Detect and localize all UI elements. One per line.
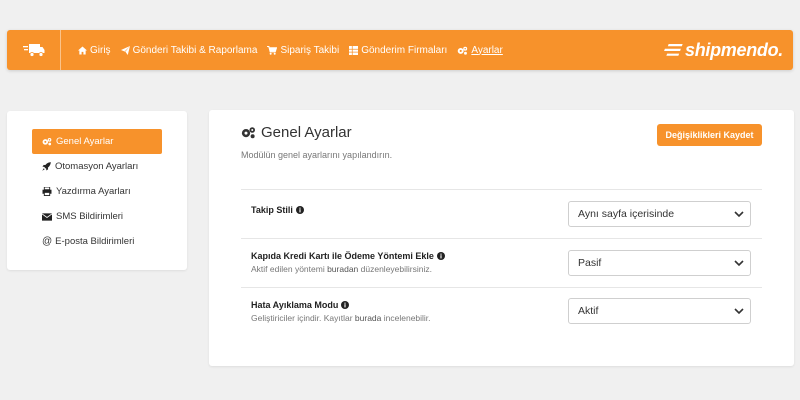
info-icon[interactable] <box>295 206 304 214</box>
paper-plane-icon <box>120 45 130 55</box>
debug-mode-select[interactable]: Aktif <box>568 298 751 324</box>
sidebar-item-print[interactable]: Yazdırma Ayarları <box>32 179 162 204</box>
card-on-delivery-select[interactable]: Pasif <box>568 250 751 276</box>
chevron-down-icon <box>734 308 744 315</box>
sidebar-item-general[interactable]: Genel Ayarlar <box>32 129 162 154</box>
nav-item-carriers[interactable]: Gönderim Firmaları <box>349 45 447 56</box>
printer-icon <box>42 187 52 196</box>
setting-description: Geliştiriciler içindir. Kayıtlar burada … <box>251 313 431 323</box>
desc-text: düzenleyebilirsiniz. <box>358 264 432 274</box>
setting-label-text: Kapıda Kredi Kartı ile Ödeme Yöntemi Ekl… <box>251 251 434 261</box>
table-icon <box>349 45 359 55</box>
sidebar-item-label: SMS Bildirimleri <box>56 211 124 222</box>
desc-text: Aktif edilen yöntemi <box>251 264 328 274</box>
chevron-down-icon <box>734 211 744 218</box>
select-value: Aynı sayfa içerisinde <box>578 208 675 220</box>
nav-item-shipment-tracking[interactable]: Gönderi Takibi & Raporlama <box>120 44 258 56</box>
setting-row-card-on-delivery: Kapıda Kredi Kartı ile Ödeme Yöntemi Ekl… <box>241 238 762 287</box>
sidebar-item-label: E-posta Bildirimleri <box>55 236 135 247</box>
nav-item-label: Ayarlar <box>471 44 503 56</box>
main-nav: Giriş Gönderi Takibi & Raporlama Sipariş… <box>61 45 513 56</box>
nav-item-settings[interactable]: Ayarlar <box>457 45 503 56</box>
chevron-down-icon <box>734 260 744 267</box>
setting-label-text: Hata Ayıklama Modu <box>251 300 339 310</box>
setting-label: Takip Stili <box>251 205 304 215</box>
nav-item-label: Gönderim Firmaları <box>361 44 448 56</box>
desc-text: incelenebilir. <box>381 313 431 323</box>
brand-logo[interactable]: shipmendo. <box>663 38 783 62</box>
sidebar-item-email[interactable]: @ E-posta Bildirimleri <box>32 229 162 254</box>
setting-label-text: Takip Stili <box>251 205 293 215</box>
page-title-text: Genel Ayarlar <box>261 124 352 141</box>
sidebar-item-label: Genel Ayarlar <box>56 136 114 147</box>
select-value: Aktif <box>578 305 599 317</box>
settings-sidebar: Genel Ayarlar Otomasyon Ayarları Yazdırm… <box>7 111 187 270</box>
edit-method-link[interactable]: buradan <box>327 264 358 274</box>
setting-label: Hata Ayıklama Modu <box>251 300 350 310</box>
page-title: Genel Ayarlar <box>241 124 352 141</box>
setting-row-tracking-style: Takip Stili Aynı sayfa içerisinde <box>241 189 762 238</box>
gears-icon <box>42 138 52 146</box>
setting-description: Aktif edilen yöntemi buradan düzenleyebi… <box>251 264 432 274</box>
select-value: Pasif <box>578 257 602 269</box>
nav-item-order-tracking[interactable]: Sipariş Takibi <box>267 45 339 56</box>
cart-icon <box>267 45 278 55</box>
nav-item-label: Sipariş Takibi <box>280 44 340 56</box>
sidebar-item-label: Yazdırma Ayarları <box>56 186 131 197</box>
tracking-style-select[interactable]: Aynı sayfa içerisinde <box>568 201 751 227</box>
envelope-icon <box>42 212 52 221</box>
rocket-icon <box>42 162 51 171</box>
setting-row-debug-mode: Hata Ayıklama Modu Geliştiriciler içindi… <box>241 287 762 336</box>
sidebar-item-automation[interactable]: Otomasyon Ayarları <box>32 154 162 179</box>
desc-text: Geliştiriciler içindir. Kayıtlar <box>251 313 355 323</box>
logs-link[interactable]: burada <box>355 313 381 323</box>
home-icon <box>78 45 87 55</box>
info-icon[interactable] <box>436 252 445 260</box>
nav-item-home[interactable]: Giriş <box>78 45 111 56</box>
page-subtitle: Modülün genel ayarlarını yapılandırın. <box>241 150 393 160</box>
at-icon: @ <box>42 236 53 247</box>
gears-icon <box>458 46 468 55</box>
setting-label: Kapıda Kredi Kartı ile Ödeme Yöntemi Ekl… <box>251 251 445 261</box>
truck-icon <box>22 44 44 57</box>
info-icon[interactable] <box>341 301 350 309</box>
brand-name: shipmendo. <box>684 39 783 60</box>
general-settings-panel: Genel Ayarlar Modülün genel ayarlarını y… <box>209 110 794 366</box>
sidebar-item-label: Otomasyon Ayarları <box>55 161 139 172</box>
speed-lines-icon <box>664 44 683 56</box>
nav-item-label: Giriş <box>90 44 111 56</box>
top-navbar: Giriş Gönderi Takibi & Raporlama Sipariş… <box>7 30 793 70</box>
truck-logo[interactable] <box>7 30 61 70</box>
sidebar-item-sms[interactable]: SMS Bildirimleri <box>32 204 162 229</box>
nav-item-label: Gönderi Takibi & Raporlama <box>132 44 258 56</box>
gears-icon <box>241 127 255 139</box>
save-changes-button[interactable]: Değişiklikleri Kaydet <box>657 124 762 146</box>
